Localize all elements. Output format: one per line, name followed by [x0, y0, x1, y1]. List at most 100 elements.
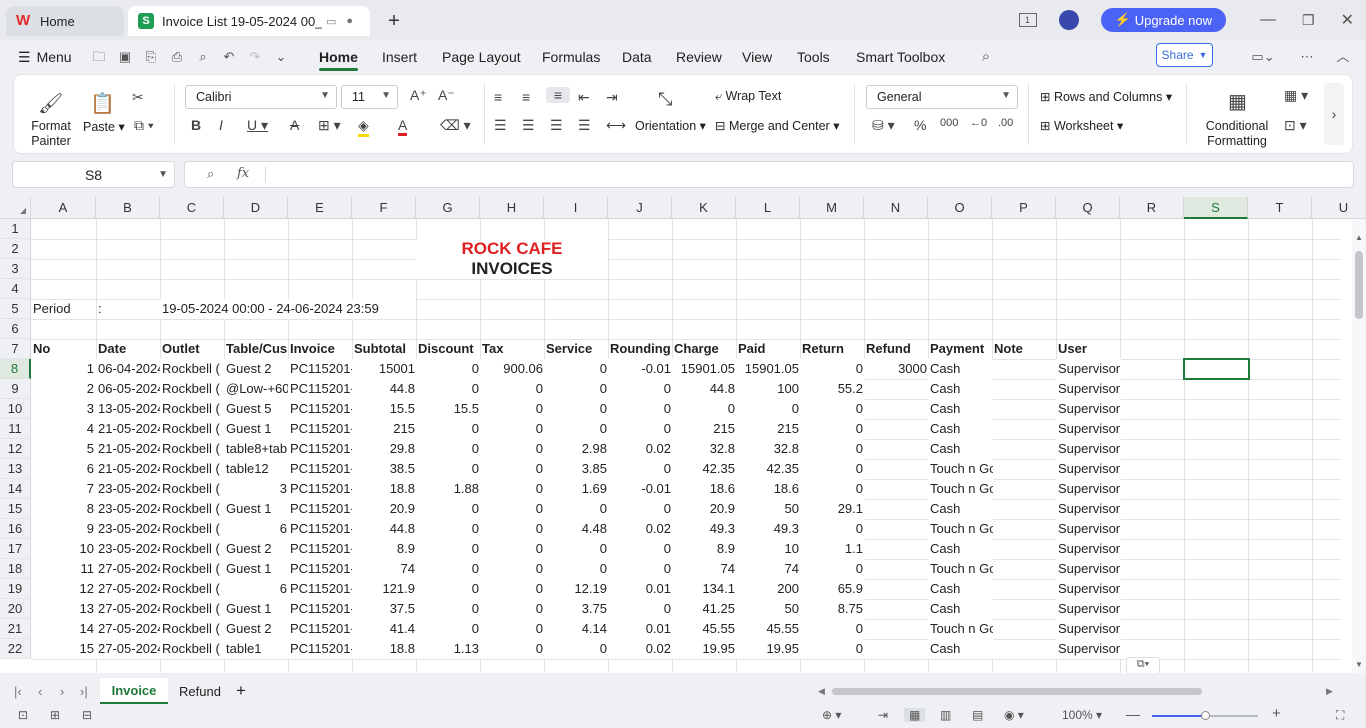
row-header-15[interactable]: 15 [0, 499, 31, 519]
sheet-subtitle[interactable]: INVOICES [416, 259, 608, 279]
align-center-icon[interactable]: ☰ [522, 117, 535, 134]
align-left-icon[interactable]: ☰ [494, 117, 507, 134]
sheet-tab-invoice[interactable]: Invoice [100, 678, 168, 704]
table-cell[interactable]: 19.95 [672, 639, 737, 659]
column-header-u[interactable]: U [1312, 197, 1366, 219]
table-cell[interactable]: 200 [736, 579, 801, 599]
table-cell[interactable]: 12.19 [544, 579, 609, 599]
table-cell[interactable]: 0 [608, 379, 673, 399]
table-cell[interactable]: 41.25 [672, 599, 737, 619]
table-cell[interactable]: 1.13 [416, 639, 481, 659]
table-cell[interactable]: 0 [416, 419, 481, 439]
column-header-c[interactable]: C [160, 197, 224, 219]
table-cell[interactable]: 18.8 [352, 479, 417, 499]
menu-item-home[interactable]: Home [319, 40, 358, 74]
table-cell[interactable]: Cash [928, 579, 993, 599]
strikethrough-icon[interactable]: A [290, 117, 299, 133]
table-cell[interactable]: 0 [800, 359, 865, 379]
table-cell[interactable]: PC115201- [288, 559, 353, 579]
table-cell[interactable]: Rockbell ( [160, 379, 225, 399]
column-header-o[interactable]: O [928, 197, 992, 219]
currency-icon[interactable]: ⛁ ▾ [872, 117, 895, 134]
table-cell[interactable]: PC115201- [288, 479, 353, 499]
reading-mode-icon[interactable]: ⇥ [878, 708, 888, 722]
table-cell[interactable]: 0 [800, 519, 865, 539]
table-cell[interactable]: Supervisor JB [1056, 459, 1121, 479]
row-header-8[interactable]: 8 [0, 359, 31, 379]
table-cell[interactable]: 27-05-2024 [96, 639, 161, 659]
row-header-2[interactable]: 2 [0, 239, 31, 259]
column-header-m[interactable]: M [800, 197, 864, 219]
table-cell[interactable]: Supervisor JB [1056, 439, 1121, 459]
table-cell[interactable]: 0 [544, 559, 609, 579]
table-cell[interactable]: PC115201- [288, 499, 353, 519]
table-cell[interactable]: Rockbell ( [160, 619, 225, 639]
column-label-discount[interactable]: Discount [416, 339, 481, 359]
menu-item-data[interactable]: Data [622, 40, 652, 74]
table-cell[interactable]: 8.9 [672, 539, 737, 559]
table-cell[interactable]: 42.35 [736, 459, 801, 479]
share-button[interactable]: Share ▼ [1156, 43, 1213, 67]
indent-increase-icon[interactable]: ⇥ [606, 89, 618, 106]
table-cell[interactable]: 0 [416, 539, 481, 559]
row-header-5[interactable]: 5 [0, 299, 31, 319]
sheet-tab-refund[interactable]: Refund [172, 678, 228, 704]
table-cell[interactable]: 0 [800, 439, 865, 459]
table-cell[interactable]: 0 [800, 619, 865, 639]
table-cell[interactable]: Rockbell ( [160, 479, 225, 499]
table-cell[interactable]: 100 [736, 379, 801, 399]
column-label-refund[interactable]: Refund [864, 339, 929, 359]
table-cell[interactable]: 0 [480, 559, 545, 579]
table-cell[interactable]: 29.8 [352, 439, 417, 459]
table-cell[interactable]: Rockbell ( [160, 519, 225, 539]
row-header-12[interactable]: 12 [0, 439, 31, 459]
dot-icon[interactable]: ● [346, 15, 353, 28]
table-cell[interactable]: 0 [800, 459, 865, 479]
column-label-rounding[interactable]: Rounding [608, 339, 673, 359]
table-cell[interactable]: 13 [31, 599, 96, 619]
table-cell[interactable]: Supervisor JB [1056, 359, 1121, 379]
table-cell[interactable]: 12 [31, 579, 96, 599]
table-cell[interactable]: 0 [480, 619, 545, 639]
table-cell[interactable]: 23-05-2024 [96, 479, 161, 499]
justify-icon[interactable]: ☰ [578, 117, 591, 134]
normal-view-icon[interactable]: ▦ [904, 708, 926, 722]
zoom-out-icon[interactable]: — [1126, 706, 1140, 722]
font-size-select[interactable]: 11 ▼ [341, 85, 398, 109]
table-cell[interactable]: Supervisor JB [1056, 479, 1121, 499]
thousands-icon[interactable]: 000 [940, 117, 958, 129]
table-cell[interactable]: 5 [31, 439, 96, 459]
table-cell[interactable]: Rockbell ( [160, 399, 225, 419]
table-cell[interactable]: 0 [480, 539, 545, 559]
bold-icon[interactable]: B [191, 117, 201, 133]
table-cell[interactable]: 27-05-2024 [96, 599, 161, 619]
table-cell[interactable]: Rockbell ( [160, 359, 225, 379]
sheet-list-icon[interactable]: ⊟ [82, 708, 92, 722]
table-cell[interactable]: 0.02 [608, 439, 673, 459]
border-icon[interactable]: ⊞ ▾ [318, 117, 341, 134]
table-cell[interactable]: Supervisor JB [1056, 499, 1121, 519]
table-cell[interactable]: 0 [480, 579, 545, 599]
table-cell[interactable]: 49.3 [672, 519, 737, 539]
menu-item-smart-toolbox[interactable]: Smart Toolbox [856, 40, 945, 74]
table-cell[interactable]: Cash [928, 359, 993, 379]
table-cell[interactable]: 0 [800, 639, 865, 659]
table-cell[interactable]: 06-04-2024 [96, 359, 161, 379]
column-label-return[interactable]: Return [800, 339, 865, 359]
table-cell[interactable]: Cash [928, 639, 993, 659]
row-header-7[interactable]: 7 [0, 339, 31, 359]
indent-decrease-icon[interactable]: ⇤ [578, 89, 590, 106]
first-sheet-icon[interactable]: |‹ [14, 678, 22, 704]
table-cell[interactable]: Guest 1 [224, 559, 289, 579]
table-cell[interactable]: 8 [31, 499, 96, 519]
table-cell[interactable]: 44.8 [352, 379, 417, 399]
cell-style-icon[interactable]: ▦ ▾ [1284, 87, 1308, 104]
align-middle-icon[interactable]: ≡ [522, 89, 530, 105]
percent-icon[interactable]: % [914, 117, 926, 133]
italic-icon[interactable]: I [219, 117, 223, 133]
paste-icon[interactable]: 📋 [90, 91, 115, 116]
table-cell[interactable]: 0.01 [608, 619, 673, 639]
menu-item-page-layout[interactable]: Page Layout [442, 40, 521, 74]
table-cell[interactable]: 44.8 [672, 379, 737, 399]
orientation-icon[interactable]: ⤡ [658, 89, 672, 110]
